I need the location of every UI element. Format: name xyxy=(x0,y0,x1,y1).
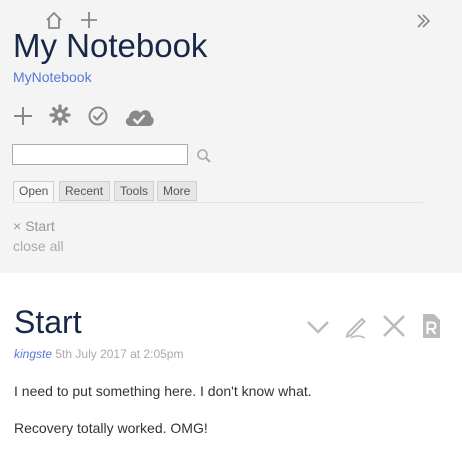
fold-icon[interactable] xyxy=(305,314,331,340)
readonly-icon xyxy=(420,313,442,339)
close-icon[interactable] xyxy=(381,313,407,339)
tab-open[interactable]: Open xyxy=(13,181,54,202)
edit-icon[interactable] xyxy=(343,313,369,339)
sidebar: My Notebook MyNotebook Open Recent Tools… xyxy=(0,0,462,273)
tiddler-subtitle: kingste 5th July 2017 at 2:05pm xyxy=(14,347,183,362)
site-subtitle[interactable]: MyNotebook xyxy=(13,69,92,86)
tiddler-title: Start xyxy=(14,304,82,340)
site-title: My Notebook xyxy=(13,27,208,64)
tab-more[interactable]: More xyxy=(157,181,197,201)
modified-date: 5th July 2017 at 2:05pm xyxy=(55,347,184,361)
search-icon[interactable] xyxy=(196,148,212,164)
search-input[interactable] xyxy=(12,144,188,165)
open-list-item: × Start xyxy=(13,218,55,235)
tab-recent[interactable]: Recent xyxy=(59,181,110,201)
tiddler-body-paragraph: Recovery totally worked. OMG! xyxy=(14,420,208,436)
modifier-link[interactable]: kingste xyxy=(14,347,52,361)
save-check-icon[interactable] xyxy=(87,105,109,127)
close-open-item-button[interactable]: × xyxy=(13,218,21,234)
new-tiddler-icon[interactable] xyxy=(12,105,34,127)
sidebar-tabs: Open Recent Tools More xyxy=(13,180,423,203)
close-all-button[interactable]: close all xyxy=(13,238,64,255)
cloud-save-icon[interactable] xyxy=(123,104,155,128)
tiddler-body-paragraph: I need to put something here. I don't kn… xyxy=(14,383,312,399)
control-panel-icon[interactable] xyxy=(49,104,71,126)
fold-bar-icon[interactable] xyxy=(415,13,431,29)
open-item-link[interactable]: Start xyxy=(25,218,55,234)
tab-tools[interactable]: Tools xyxy=(114,181,154,201)
